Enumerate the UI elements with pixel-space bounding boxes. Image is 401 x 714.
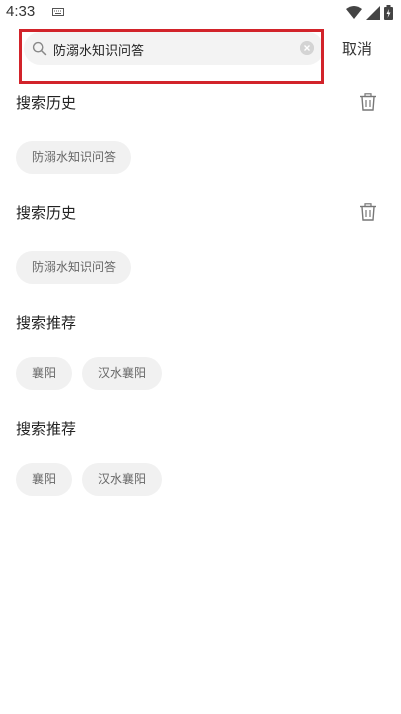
trash-icon[interactable] xyxy=(359,93,377,111)
cancel-button[interactable]: 取消 xyxy=(342,38,372,59)
section-title-history: 搜索历史 xyxy=(16,204,77,222)
status-icons xyxy=(346,5,393,20)
section-title-recommend: 搜索推荐 xyxy=(16,314,77,332)
trash-icon[interactable] xyxy=(359,203,377,221)
recommend-chip[interactable]: 襄阳 xyxy=(16,463,72,496)
recommend-chip[interactable]: 襄阳 xyxy=(16,357,72,390)
keyboard-icon xyxy=(52,8,64,16)
search-highlight-frame xyxy=(19,29,324,84)
history-chip[interactable]: 防溺水知识问答 xyxy=(16,141,131,174)
status-bar: 4:33 xyxy=(0,0,401,26)
battery-icon xyxy=(384,5,393,20)
section-title-recommend: 搜索推荐 xyxy=(16,420,77,438)
recommend-chip[interactable]: 汉水襄阳 xyxy=(82,357,162,390)
history-chip[interactable]: 防溺水知识问答 xyxy=(16,251,131,284)
wifi-icon xyxy=(346,5,362,19)
signal-icon xyxy=(366,5,380,20)
recommend-chip[interactable]: 汉水襄阳 xyxy=(82,463,162,496)
status-time: 4:33 xyxy=(6,3,36,20)
section-title-history: 搜索历史 xyxy=(16,94,77,112)
